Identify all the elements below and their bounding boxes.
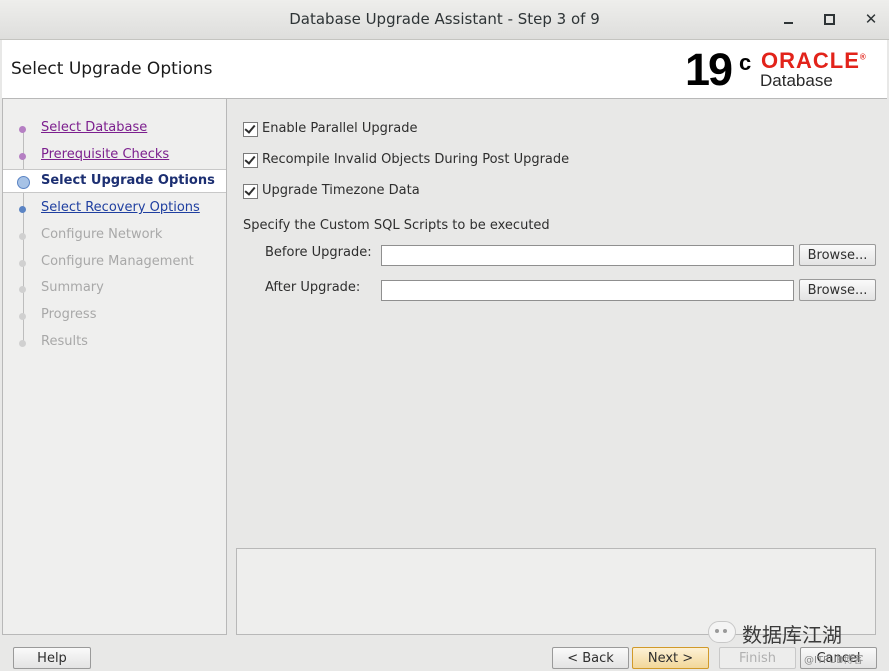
logo-version: 19: [685, 44, 733, 95]
sidebar-step-results: Results: [3, 330, 226, 354]
maximize-button[interactable]: [816, 6, 842, 32]
checkbox-label[interactable]: Enable Parallel Upgrade: [262, 121, 418, 136]
step-done-icon: [19, 126, 26, 133]
check-icon: [244, 184, 256, 196]
checkbox-box[interactable]: [243, 184, 258, 199]
sidebar-step-summary: Summary: [3, 276, 226, 300]
checkbox-box[interactable]: [243, 153, 258, 168]
step-label: Progress: [41, 307, 97, 322]
sql-scripts-heading: Specify the Custom SQL Scripts to be exe…: [243, 218, 550, 233]
step-label[interactable]: Select Database: [41, 120, 147, 135]
page-title: Select Upgrade Options: [11, 59, 213, 79]
step-label: Configure Management: [41, 254, 194, 269]
step-label: Configure Network: [41, 227, 163, 242]
sidebar-step-configure-network: Configure Network: [3, 223, 226, 247]
page-header: Select Upgrade Options 19 c ORACLE® Data…: [2, 40, 887, 99]
step-done-icon: [19, 153, 26, 160]
maximize-icon: [823, 14, 835, 25]
logo-product: Database: [760, 71, 833, 90]
watermark-text: 数据库江湖: [742, 623, 842, 647]
after-upgrade-browse-button[interactable]: Browse...: [799, 279, 876, 301]
window-titlebar: Database Upgrade Assistant - Step 3 of 9…: [0, 0, 889, 40]
checkbox-label[interactable]: Upgrade Timezone Data: [262, 183, 420, 198]
step-pending-icon: [19, 260, 26, 267]
before-upgrade-label: Before Upgrade:: [265, 245, 372, 260]
window-title: Database Upgrade Assistant - Step 3 of 9: [289, 10, 600, 28]
before-upgrade-input[interactable]: [381, 245, 794, 266]
step-current-icon: [17, 176, 30, 189]
step-label: Results: [41, 334, 88, 349]
after-upgrade-input[interactable]: [381, 280, 794, 301]
sidebar-step-progress: Progress: [3, 303, 226, 327]
main-content: Enable Parallel Upgrade Recompile Invali…: [227, 99, 887, 635]
finish-button: Finish: [719, 647, 796, 669]
before-upgrade-browse-button[interactable]: Browse...: [799, 244, 876, 266]
step-pending-icon: [19, 340, 26, 347]
step-label: Summary: [41, 280, 104, 295]
minimize-button[interactable]: [775, 6, 801, 32]
check-icon: [244, 153, 256, 165]
step-pending-icon: [19, 286, 26, 293]
back-button[interactable]: < Back: [552, 647, 629, 669]
checkbox-label[interactable]: Recompile Invalid Objects During Post Up…: [262, 152, 569, 167]
watermark-sub: @ITPUB博客: [804, 655, 864, 666]
minimize-icon: [783, 22, 793, 24]
step-pending-icon: [19, 233, 26, 240]
step-label[interactable]: Prerequisite Checks: [41, 147, 169, 162]
close-button[interactable]: ✕: [858, 6, 884, 32]
logo-superscript: c: [739, 50, 752, 75]
step-label: Select Upgrade Options: [41, 173, 215, 188]
sidebar-step-prerequisite-checks[interactable]: Prerequisite Checks: [3, 143, 226, 167]
step-next-icon: [19, 206, 26, 213]
sidebar-step-select-upgrade-options[interactable]: Select Upgrade Options: [3, 169, 226, 193]
close-icon: ✕: [864, 10, 878, 28]
check-icon: [244, 122, 256, 134]
next-button[interactable]: Next >: [632, 647, 709, 669]
sidebar-step-configure-management: Configure Management: [3, 250, 226, 274]
sidebar-step-select-database[interactable]: Select Database: [3, 116, 226, 140]
wechat-icon: [708, 621, 736, 643]
after-upgrade-label: After Upgrade:: [265, 280, 361, 295]
wizard-footer: Help < Back Next > Finish Cancel @ITPUB博…: [0, 645, 889, 671]
checkbox-box[interactable]: [243, 122, 258, 137]
steps-sidebar: Select Database Prerequisite Checks Sele…: [2, 99, 227, 635]
step-pending-icon: [19, 313, 26, 320]
sidebar-step-select-recovery-options[interactable]: Select Recovery Options: [3, 196, 226, 220]
help-button[interactable]: Help: [13, 647, 91, 669]
watermark: 数据库江湖: [708, 617, 888, 647]
step-label[interactable]: Select Recovery Options: [41, 200, 200, 215]
